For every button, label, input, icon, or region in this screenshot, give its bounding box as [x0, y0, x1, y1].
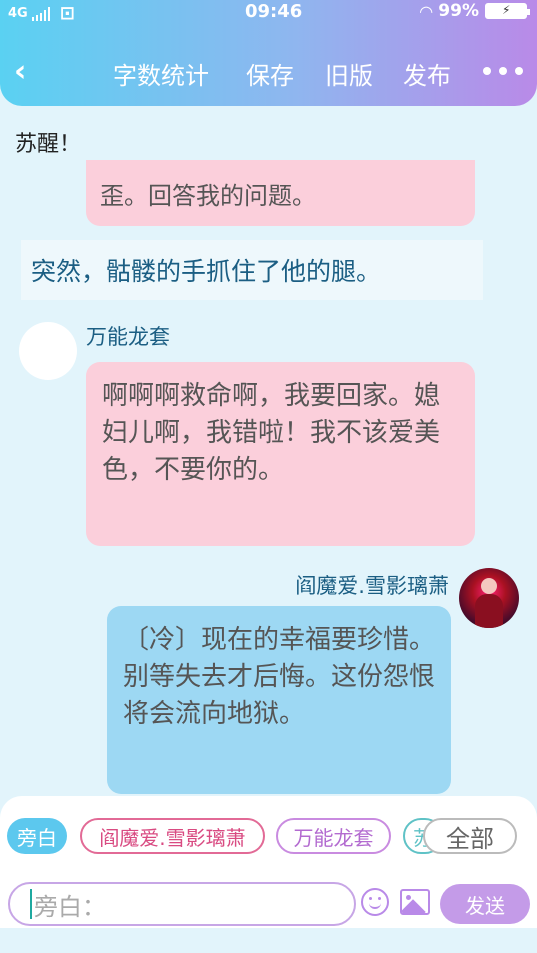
- speaker-name: 阎魔爱.雪影璃萧: [295, 574, 449, 598]
- role-chip[interactable]: 万能龙套: [276, 818, 391, 854]
- smile-icon[interactable]: [361, 888, 389, 916]
- chevron-left-icon[interactable]: ‹: [14, 54, 26, 89]
- partial-message-bubble[interactable]: 歪。回答我的问题。: [86, 160, 475, 226]
- image-icon[interactable]: [400, 889, 430, 915]
- nav-bar: ‹ 字数统计 保存 旧版 发布: [0, 52, 537, 96]
- composer-panel: 旁白 阎魔爱.雪影璃萧 万能龙套 苏 全部 旁白： 发送: [0, 796, 537, 928]
- battery-icon: ⚡: [485, 3, 530, 19]
- avatar[interactable]: [459, 568, 519, 628]
- partial-speaker-text: 苏醒！: [15, 132, 82, 157]
- avatar[interactable]: [19, 322, 77, 380]
- message-input[interactable]: 旁白：: [8, 882, 356, 926]
- chat-area[interactable]: 苏醒！ 歪。回答我的问题。 突然，骷髅的手抓住了他的腿。 万能龙套 啊啊啊救命啊…: [0, 106, 537, 796]
- message-bubble[interactable]: 〔冷〕现在的幸福要珍惜。别等失去才后悔。这份怨恨将会流向地狱。: [107, 606, 451, 794]
- signal-icon: [31, 6, 50, 21]
- all-roles-button[interactable]: 全部: [423, 818, 517, 854]
- text-caret: [30, 889, 32, 919]
- send-button[interactable]: 发送: [440, 884, 530, 924]
- wifi-icon: ◠: [419, 1, 433, 21]
- old-version-button[interactable]: 旧版: [325, 56, 373, 91]
- status-bar: 4G ⊡ 09:46 ◠ 99% ⚡: [0, 0, 537, 24]
- role-selector: 旁白 阎魔爱.雪影璃萧 万能龙套 苏 全部: [0, 818, 537, 856]
- status-time: 09:46: [245, 1, 303, 22]
- message-bubble[interactable]: 啊啊啊救命啊，我要回家。媳妇儿啊，我错啦！我不该爱美色，不要你的。: [86, 362, 475, 546]
- status-right: ◠ 99% ⚡: [419, 1, 530, 21]
- role-chip-narration[interactable]: 旁白: [7, 818, 67, 854]
- role-chip[interactable]: 阎魔爱.雪影璃萧: [80, 818, 265, 854]
- app-header: 4G ⊡ 09:46 ◠ 99% ⚡ ‹ 字数统计 保存 旧版 发布: [0, 0, 537, 106]
- input-placeholder: 旁白：: [34, 892, 106, 921]
- battery-percent: 99%: [438, 1, 479, 21]
- network-type: 4G: [8, 6, 28, 21]
- narration-bubble[interactable]: 突然，骷髅的手抓住了他的腿。: [21, 240, 483, 300]
- status-left: 4G ⊡: [8, 3, 75, 24]
- save-button[interactable]: 保存: [246, 56, 294, 91]
- word-count-button[interactable]: 字数统计: [113, 56, 209, 91]
- speaker-name: 万能龙套: [86, 325, 170, 349]
- more-dots-icon[interactable]: [483, 67, 523, 75]
- publish-button[interactable]: 发布: [403, 56, 451, 91]
- sim-icon: ⊡: [59, 3, 75, 24]
